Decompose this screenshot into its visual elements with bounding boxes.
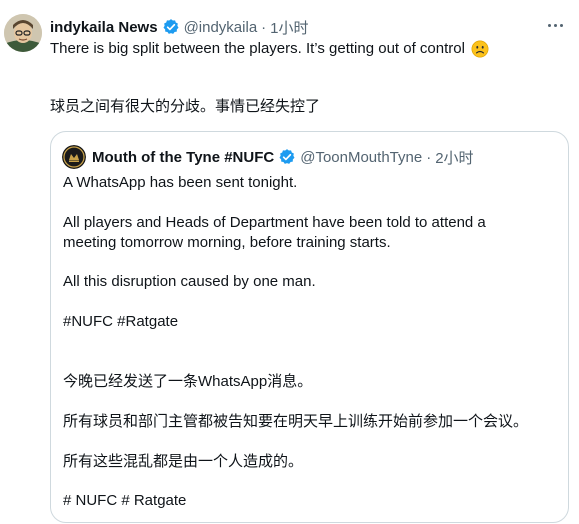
quoted-hashtags[interactable]: #NUFC #Ratgate: [63, 312, 178, 332]
quoted-text-line: A WhatsApp has been sent tonight.: [63, 174, 298, 191]
quoted-tweet-time[interactable]: 2小时: [435, 147, 473, 168]
tweet-text-chinese: 球员之间有很大的分歧。事情已经失控了: [50, 98, 321, 115]
quoted-author-avatar[interactable]: [62, 145, 86, 169]
quoted-text-line: All this disruption caused by one man.: [63, 273, 316, 290]
more-options-icon[interactable]: [543, 14, 567, 36]
author-name[interactable]: indykaila News: [50, 19, 158, 36]
quoted-author-handle[interactable]: @ToonMouthTyne: [300, 149, 422, 166]
tweet-time[interactable]: 1小时: [270, 17, 308, 38]
quoted-tweet-header: Mouth of the Tyne #NUFC @ToonMouthTyne ·…: [62, 145, 474, 169]
quoted-hashtags-zh: # NUFC # Ratgate: [63, 492, 187, 509]
verified-badge-icon: [162, 18, 180, 36]
author-avatar[interactable]: [4, 14, 42, 52]
quoted-text-line: 所有这些混乱都是由一个人造成的。: [63, 453, 304, 470]
quoted-text-line: 今晚已经发送了一条WhatsApp消息。: [63, 373, 313, 390]
quoted-text-line: 所有球员和部门主管都被告知要在明天早上训练开始前参加一个会议。: [63, 413, 529, 430]
separator-dot: ·: [261, 18, 267, 36]
quoted-author-avatar-image: [62, 145, 86, 169]
tweet-text-en-content: There is big split between the players. …: [50, 40, 465, 57]
quoted-tweet[interactable]: Mouth of the Tyne #NUFC @ToonMouthTyne ·…: [50, 131, 569, 523]
quoted-author-name[interactable]: Mouth of the Tyne #NUFC: [92, 149, 274, 166]
tweet: indykaila News @indykaila · 1小时 There is…: [0, 0, 579, 524]
quoted-text-line: meeting tomorrow morning, before trainin…: [63, 234, 391, 251]
separator-dot: ·: [426, 148, 432, 166]
quoted-text-line: All players and Heads of Department have…: [63, 214, 486, 231]
author-avatar-image: [4, 14, 42, 52]
slightly-frowning-face-emoji-icon: [471, 40, 489, 58]
tweet-text-english: There is big split between the players. …: [50, 39, 489, 59]
author-handle[interactable]: @indykaila: [184, 19, 258, 36]
tweet-header: indykaila News @indykaila · 1小时: [50, 17, 309, 37]
verified-badge-icon: [278, 148, 296, 166]
